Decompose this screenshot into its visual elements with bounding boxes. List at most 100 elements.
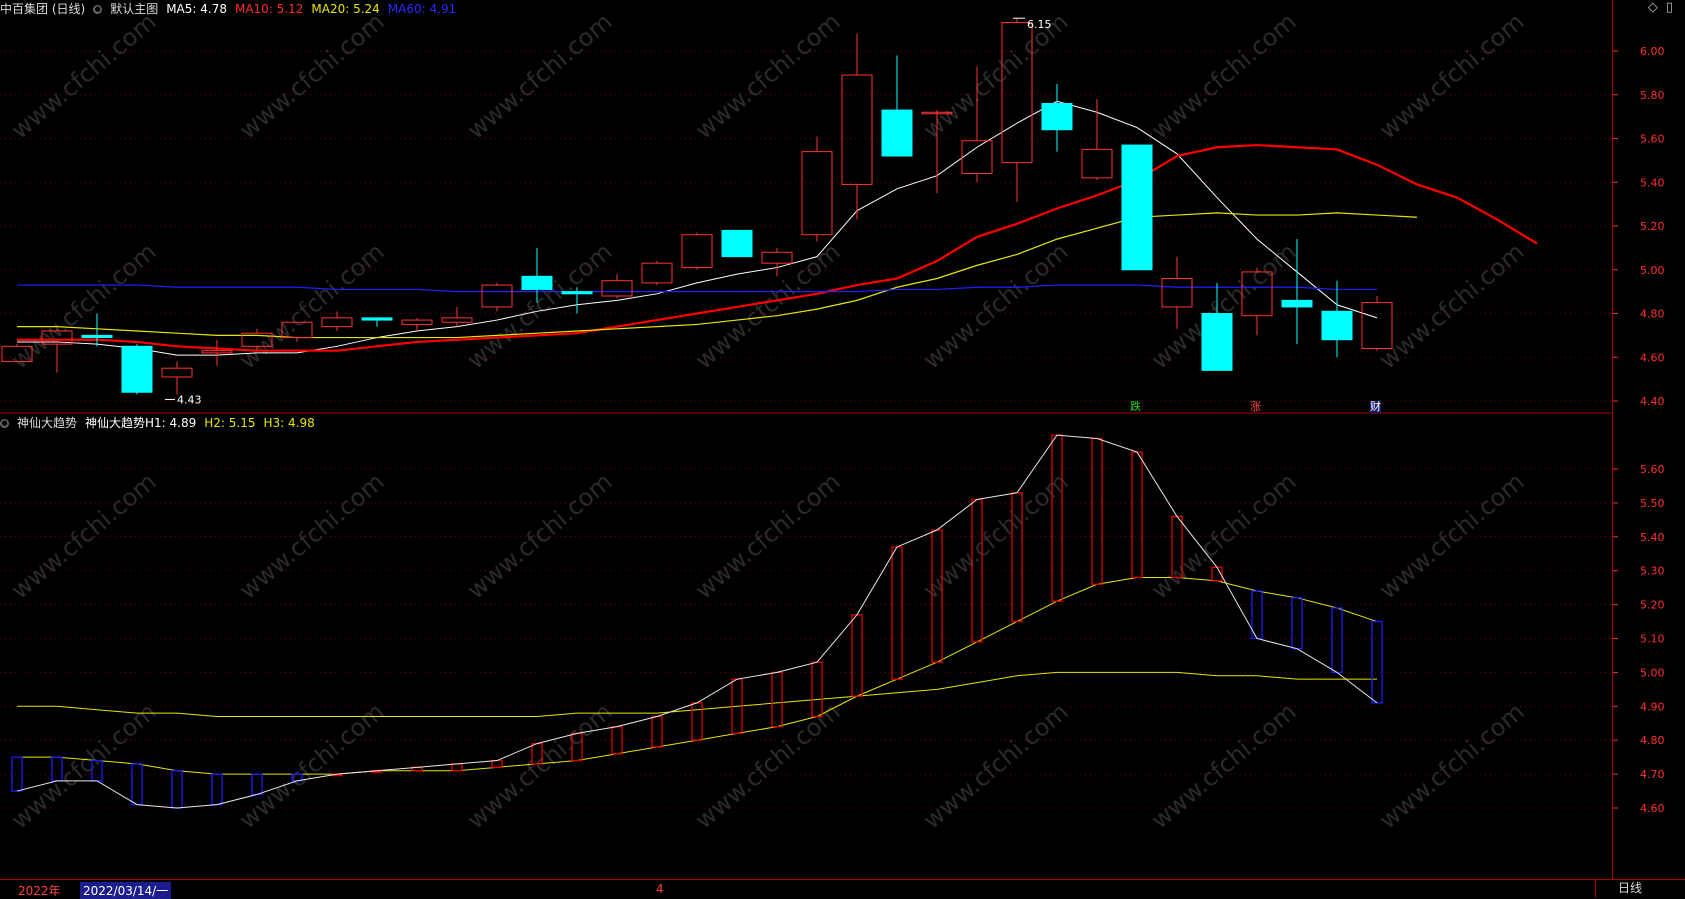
finance-tag[interactable]: 财 — [1370, 401, 1381, 413]
candle — [481, 282, 513, 312]
candle-body — [681, 234, 713, 269]
trend-bar — [1091, 437, 1103, 585]
time-axis: 2022年 2022/03/14/一 4 日线 — [0, 879, 1685, 899]
candle-body — [961, 140, 993, 174]
candle-body — [1201, 313, 1233, 371]
indicator-tick-label: 4.80 — [1640, 734, 1665, 747]
watermark-text: www.cfchi.com — [462, 7, 618, 144]
watermark-text: www.cfchi.com — [6, 697, 162, 834]
watermark-text: www.cfchi.com — [234, 7, 390, 144]
h1-label: 神仙大趋势H1: 4.89 — [85, 416, 197, 430]
candle — [1321, 280, 1353, 358]
ma-line-ma60 — [17, 284, 1377, 293]
ma60-label: MA60: 4.91 — [387, 2, 457, 16]
watermark-text: www.cfchi.com — [1146, 7, 1302, 144]
candle-body — [481, 284, 513, 308]
candle-body — [201, 350, 233, 354]
indicator-tick-label: 4.90 — [1640, 700, 1665, 713]
indicator-tick-label: 5.20 — [1640, 599, 1665, 612]
window-controls: ◇ ▯ — [1648, 0, 1673, 15]
indicator-name[interactable]: 神仙大趋势 — [17, 414, 77, 432]
candle-body — [1121, 144, 1153, 271]
price-tick-label: 4.60 — [1640, 351, 1665, 364]
candle — [401, 317, 433, 331]
h1-line — [16, 434, 1378, 809]
period-button[interactable]: 日线 — [1595, 880, 1685, 898]
settings-circle-icon[interactable]: ● — [93, 4, 103, 14]
watermark-text: www.cfchi.com — [234, 237, 390, 374]
month-label: 4 — [656, 882, 664, 896]
rise-tag[interactable]: 涨 — [1250, 401, 1261, 413]
watermark-text: www.cfchi.com — [462, 237, 618, 374]
candle — [201, 339, 233, 366]
high-price-label: 6.15 — [1027, 18, 1052, 31]
price-tick-label: 5.20 — [1640, 220, 1665, 233]
ma10-label: MA10: 5.12 — [234, 2, 304, 16]
watermark-text: www.cfchi.com — [462, 467, 618, 604]
candle — [681, 232, 713, 270]
candle-body — [1161, 278, 1193, 308]
candle-body — [1041, 103, 1073, 131]
trend-bar — [491, 759, 503, 768]
candle-body — [361, 317, 393, 321]
candle — [441, 306, 473, 327]
cursor-date: 2022/03/14/一 — [80, 882, 172, 899]
trend-bar — [691, 702, 703, 741]
trend-bar — [451, 763, 463, 772]
ma-line-ma5 — [17, 100, 1378, 356]
trend-bar — [1371, 620, 1383, 704]
watermark-text: www.cfchi.com — [690, 467, 846, 604]
indicator-tick-label: 5.50 — [1640, 497, 1665, 510]
h2-line — [17, 576, 1378, 775]
price-tick-label: 4.80 — [1640, 308, 1665, 321]
main-chart-header: 中百集团 (日线) ● 默认主图 MA5: 4.78 MA10: 5.12 MA… — [0, 0, 456, 18]
watermark-text: www.cfchi.com — [1374, 467, 1530, 604]
scroll-handle-icon[interactable]: ▯ — [1666, 0, 1673, 15]
template-name[interactable]: 默认主图 — [110, 0, 158, 18]
fall-tag[interactable]: 跌 — [1130, 401, 1141, 413]
diamond-icon[interactable]: ◇ — [1648, 0, 1658, 15]
watermark-text: www.cfchi.com — [918, 467, 1074, 604]
ma5-label: MA5: 4.78 — [166, 2, 227, 16]
candle-body — [801, 151, 833, 236]
price-tick-label: 4.40 — [1640, 395, 1665, 408]
sub-chart-header: ● 神仙大趋势 神仙大趋势H1: 4.89 H2: 5.15 H3: 4.98 — [0, 414, 315, 432]
watermark-text: www.cfchi.com — [1146, 467, 1302, 604]
indicator-tick-label: 5.00 — [1640, 666, 1665, 679]
watermark-text: www.cfchi.com — [462, 697, 618, 834]
candle-body — [441, 317, 473, 323]
indicator-tick-label: 4.70 — [1640, 768, 1665, 781]
trend-bar — [1291, 597, 1303, 650]
price-tick-label: 5.00 — [1640, 264, 1665, 277]
candle-body — [121, 345, 153, 393]
watermark-text: www.cfchi.com — [1374, 7, 1530, 144]
stock-title[interactable]: 中百集团 (日线) — [0, 0, 85, 18]
watermark-text: www.cfchi.com — [690, 697, 846, 834]
candle — [801, 136, 833, 242]
watermark-text: www.cfchi.com — [234, 697, 390, 834]
candle-body — [561, 291, 593, 295]
candle-body — [321, 317, 353, 328]
candle-body — [641, 262, 673, 284]
trend-bar — [1131, 451, 1143, 579]
trend-bar — [1051, 434, 1063, 602]
indicator-settings-icon[interactable]: ● — [0, 418, 9, 428]
price-tick-label: 5.80 — [1640, 89, 1665, 102]
candle — [841, 33, 873, 220]
candle — [321, 311, 353, 331]
candle — [121, 344, 153, 395]
candle-body — [161, 367, 193, 378]
candle-body — [81, 334, 113, 339]
ma20-label: MA20: 5.24 — [311, 2, 380, 16]
trend-bar — [891, 546, 903, 680]
candle — [1041, 83, 1073, 152]
price-tick-label: 6.00 — [1640, 45, 1665, 58]
h3-line — [17, 671, 1377, 717]
price-axis-divider — [1612, 0, 1613, 879]
candle-body — [881, 109, 913, 157]
year-label: 2022年 — [18, 884, 61, 898]
chart-canvas[interactable]: www.cfchi.com www.cfchi.com www.cfchi.com w… — [0, 0, 1685, 879]
candle-body — [721, 229, 753, 258]
h3-label: H3: 4.98 — [263, 416, 315, 430]
candle — [1081, 99, 1113, 181]
